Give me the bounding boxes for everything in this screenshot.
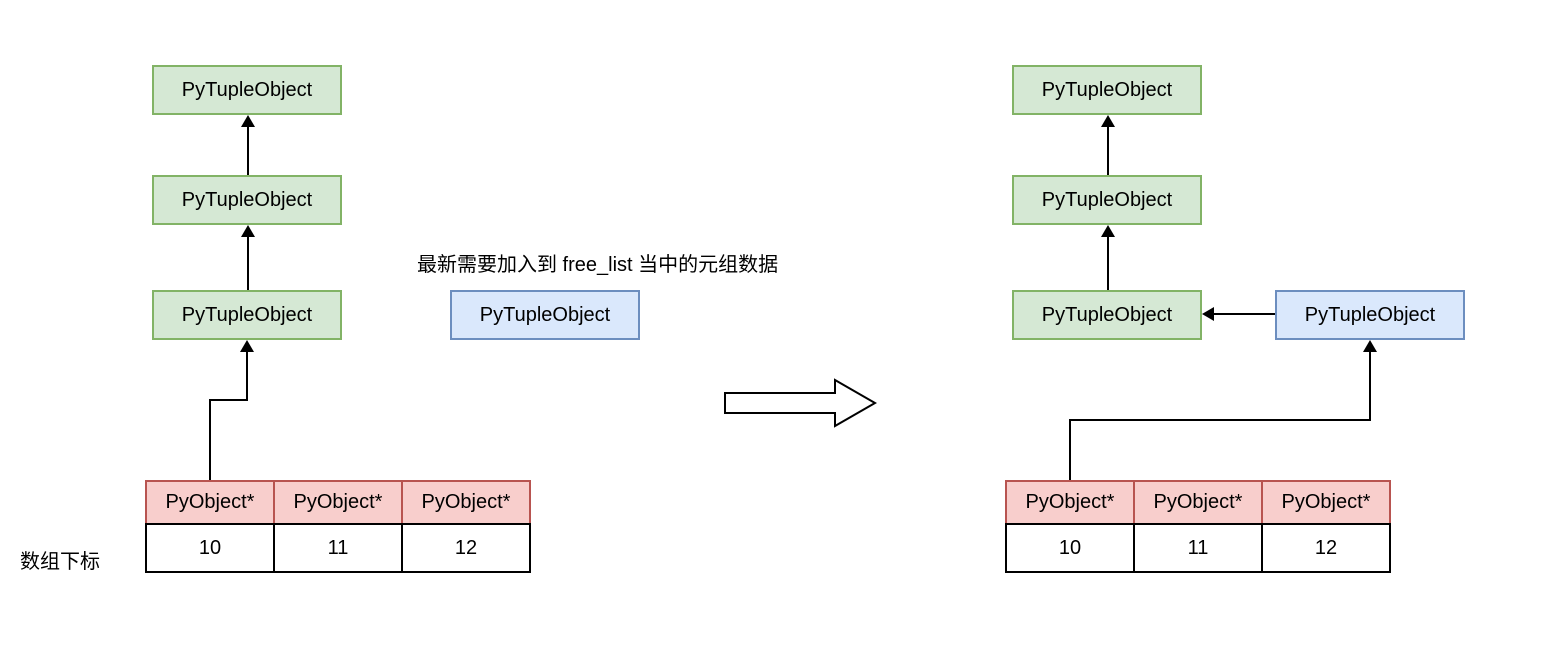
left-table-col-1: PyObject* 11	[273, 480, 401, 573]
right-table-header-1: PyObject*	[1133, 480, 1263, 525]
left-index-label: 数组下标	[20, 545, 100, 574]
left-arrow-2-to-1	[247, 115, 249, 175]
right-table: PyObject* 10 PyObject* 11 PyObject* 12	[1005, 480, 1389, 573]
right-table-index-2: 12	[1261, 523, 1391, 573]
left-table-header-1: PyObject*	[273, 480, 403, 525]
right-new-tuple: PyTupleObject	[1275, 290, 1465, 340]
left-arrow-table-to-tuple	[180, 340, 260, 480]
right-tuple-node-3: PyTupleObject	[1012, 290, 1202, 340]
right-tuple-label-1: PyTupleObject	[1042, 79, 1172, 102]
left-tuple-node-1: PyTupleObject	[152, 65, 342, 115]
left-arrow-3-to-2	[247, 225, 249, 290]
right-tuple-node-1: PyTupleObject	[1012, 65, 1202, 115]
left-table-col-2: PyObject* 12	[401, 480, 529, 573]
left-tuple-node-2: PyTupleObject	[152, 175, 342, 225]
right-table-index-1: 11	[1133, 523, 1263, 573]
right-tuple-label-2: PyTupleObject	[1042, 189, 1172, 212]
right-table-index-0: 10	[1005, 523, 1135, 573]
left-tuple-node-3: PyTupleObject	[152, 290, 342, 340]
right-new-tuple-label: PyTupleObject	[1305, 304, 1435, 327]
transition-arrow-icon	[720, 378, 880, 428]
left-table-header-2: PyObject*	[401, 480, 531, 525]
left-tuple-label-2: PyTupleObject	[182, 189, 312, 212]
right-tuple-label-3: PyTupleObject	[1042, 304, 1172, 327]
left-tuple-label-1: PyTupleObject	[182, 79, 312, 102]
right-table-header-0: PyObject*	[1005, 480, 1135, 525]
left-table-index-0: 10	[145, 523, 275, 573]
left-table-index-2: 12	[401, 523, 531, 573]
right-table-col-2: PyObject* 12	[1261, 480, 1389, 573]
middle-new-tuple: PyTupleObject	[450, 290, 640, 340]
right-arrow-new-to-3	[1202, 313, 1275, 315]
left-table-col-0: PyObject* 10	[145, 480, 273, 573]
right-arrow-3-to-2	[1107, 225, 1109, 290]
middle-new-tuple-label: PyTupleObject	[480, 304, 610, 327]
right-table-col-0: PyObject* 10	[1005, 480, 1133, 573]
right-tuple-node-2: PyTupleObject	[1012, 175, 1202, 225]
right-arrow-2-to-1	[1107, 115, 1109, 175]
right-arrow-table-to-new	[1040, 340, 1380, 480]
left-table-index-1: 11	[273, 523, 403, 573]
left-tuple-label-3: PyTupleObject	[182, 304, 312, 327]
left-table: PyObject* 10 PyObject* 11 PyObject* 12	[145, 480, 529, 573]
right-table-header-2: PyObject*	[1261, 480, 1391, 525]
right-table-col-1: PyObject* 11	[1133, 480, 1261, 573]
middle-caption: 最新需要加入到 free_list 当中的元组数据	[417, 248, 778, 277]
left-table-header-0: PyObject*	[145, 480, 275, 525]
